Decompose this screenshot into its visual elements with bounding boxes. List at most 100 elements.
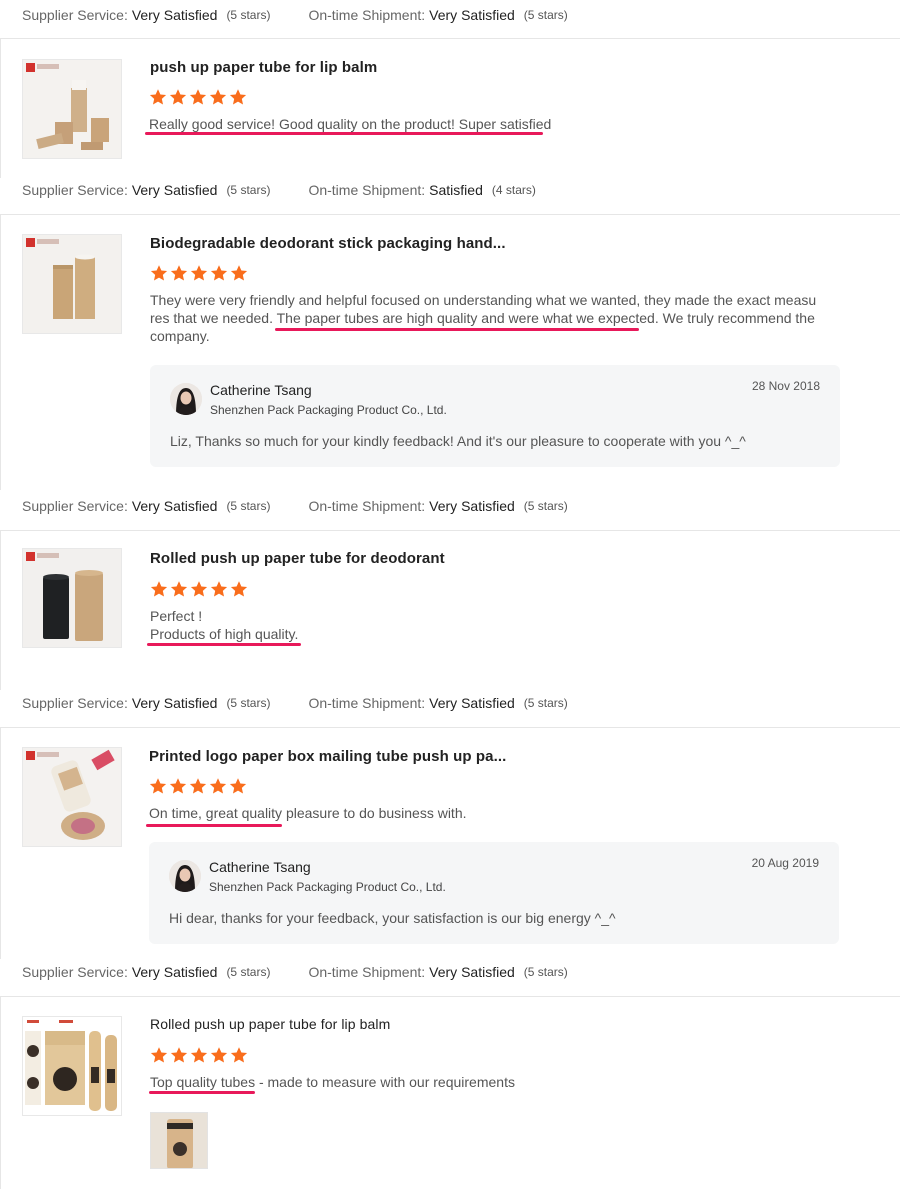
star-icon <box>230 580 248 598</box>
shipment-label: On-time Shipment: <box>308 964 426 980</box>
star-rating <box>149 88 247 106</box>
star-icon <box>209 777 227 795</box>
shipment-stars: (5 stars) <box>523 965 568 979</box>
review-text-line: Perfect ! <box>150 608 203 624</box>
review-text: On time, great quality pleasure to do bu… <box>149 805 467 821</box>
lip-balm-tube-image <box>23 60 121 158</box>
divider <box>0 38 900 39</box>
product-thumbnail[interactable] <box>22 747 122 847</box>
divider <box>0 996 1 1189</box>
mailing-tube-image <box>23 748 121 846</box>
review-photo-thumbnail[interactable] <box>150 1112 208 1169</box>
reply-company[interactable]: Shenzhen Pack Packaging Product Co., Ltd… <box>209 880 446 894</box>
star-icon <box>169 88 187 106</box>
supplier-service-value: Very Satisfied <box>131 964 218 980</box>
divider <box>0 727 1 959</box>
reply-author-name: Catherine Tsang <box>209 859 311 875</box>
star-icon <box>190 264 208 282</box>
shipment-value: Satisfied <box>429 182 483 198</box>
supplier-service-value: Very Satisfied <box>131 7 218 23</box>
divider <box>0 996 900 997</box>
review-photo-image <box>151 1113 207 1168</box>
supplier-service-stars: (5 stars) <box>226 8 271 22</box>
product-thumbnail[interactable] <box>22 59 122 159</box>
star-icon <box>150 264 168 282</box>
product-title[interactable]: Printed logo paper box mailing tube push… <box>149 748 506 765</box>
brand-logo-icon <box>26 751 35 760</box>
supplier-service-stars: (5 stars) <box>226 499 271 513</box>
star-icon <box>210 1046 228 1064</box>
supplier-service-value: Very Satisfied <box>131 182 218 198</box>
supplier-service-stars: (5 stars) <box>226 696 271 710</box>
seller-reply: Catherine Tsang Shenzhen Pack Packaging … <box>149 842 839 944</box>
divider <box>0 727 900 728</box>
star-icon <box>190 1046 208 1064</box>
shipment-stars: (5 stars) <box>523 499 568 513</box>
product-title[interactable]: Rolled push up paper tube for deodorant <box>150 550 445 567</box>
avatar <box>169 860 201 892</box>
shipment-stars: (5 stars) <box>523 696 568 710</box>
star-rating <box>150 264 248 282</box>
divider <box>0 214 1 490</box>
supplier-service-label: Supplier Service: <box>22 7 128 23</box>
reply-date: 28 Nov 2018 <box>751 379 820 393</box>
star-icon <box>150 580 168 598</box>
supplier-service-label: Supplier Service: <box>22 695 128 711</box>
rating-row: Supplier Service: Very Satisfied (5 star… <box>22 693 568 713</box>
review-text-line: They were very friendly and helpful focu… <box>150 292 817 308</box>
shipment-value: Very Satisfied <box>429 964 515 980</box>
shipment-value: Very Satisfied <box>429 7 515 23</box>
shipment-stars: (4 stars) <box>491 183 536 197</box>
reply-message: Hi dear, thanks for your feedback, your … <box>169 910 616 926</box>
packaging-design-image <box>23 1017 121 1115</box>
product-title[interactable]: push up paper tube for lip balm <box>150 59 377 76</box>
brand-logo-icon <box>26 552 35 561</box>
rating-row: Supplier Service: Very Satisfied (5 star… <box>22 5 568 25</box>
star-icon <box>149 777 167 795</box>
highlight-underline <box>275 328 639 331</box>
product-thumbnail[interactable] <box>22 548 122 648</box>
shipment-label: On-time Shipment: <box>308 498 426 514</box>
product-title[interactable]: Rolled push up paper tube for lip balm <box>150 1016 390 1032</box>
shipment-value: Very Satisfied <box>429 695 515 711</box>
brand-logo-icon <box>26 63 35 72</box>
star-icon <box>149 88 167 106</box>
reply-message: Liz, Thanks so much for your kindly feed… <box>170 433 746 449</box>
product-title[interactable]: Biodegradable deodorant stick packaging … <box>150 235 506 252</box>
product-thumbnail[interactable] <box>22 234 122 334</box>
highlight-underline <box>147 643 301 646</box>
star-icon <box>190 580 208 598</box>
avatar <box>170 383 202 415</box>
star-icon <box>189 88 207 106</box>
rating-row: Supplier Service: Very Satisfied (5 star… <box>22 496 568 516</box>
supplier-service-label: Supplier Service: <box>22 182 128 198</box>
brand-logo-icon <box>26 238 35 247</box>
supplier-service-value: Very Satisfied <box>131 695 218 711</box>
review-text: They were very friendly and helpful focu… <box>150 291 817 345</box>
star-icon <box>210 264 228 282</box>
review-text: Really good service! Good quality on the… <box>149 116 552 132</box>
shipment-label: On-time Shipment: <box>308 7 426 23</box>
divider <box>0 38 1 178</box>
review-text: Perfect ! Products of high quality. <box>150 607 298 643</box>
star-icon <box>209 88 227 106</box>
deodorant-tube-image <box>23 549 121 647</box>
review-text: Top quality tubes - made to measure with… <box>150 1074 515 1090</box>
rating-row: Supplier Service: Very Satisfied (5 star… <box>22 962 568 982</box>
shipment-stars: (5 stars) <box>523 8 568 22</box>
product-thumbnail[interactable] <box>22 1016 122 1116</box>
supplier-service-label: Supplier Service: <box>22 964 128 980</box>
star-icon <box>170 580 188 598</box>
supplier-service-stars: (5 stars) <box>226 183 271 197</box>
rating-row: Supplier Service: Very Satisfied (5 star… <box>22 180 536 200</box>
reply-company[interactable]: Shenzhen Pack Packaging Product Co., Ltd… <box>210 403 447 417</box>
reply-author-name: Catherine Tsang <box>210 382 312 398</box>
star-rating <box>150 580 248 598</box>
highlight-underline <box>145 132 543 135</box>
divider <box>0 530 900 531</box>
seller-reply: Catherine Tsang Shenzhen Pack Packaging … <box>150 365 840 467</box>
shipment-value: Very Satisfied <box>429 498 515 514</box>
shipment-label: On-time Shipment: <box>308 182 426 198</box>
divider <box>0 214 900 215</box>
supplier-service-value: Very Satisfied <box>131 498 218 514</box>
